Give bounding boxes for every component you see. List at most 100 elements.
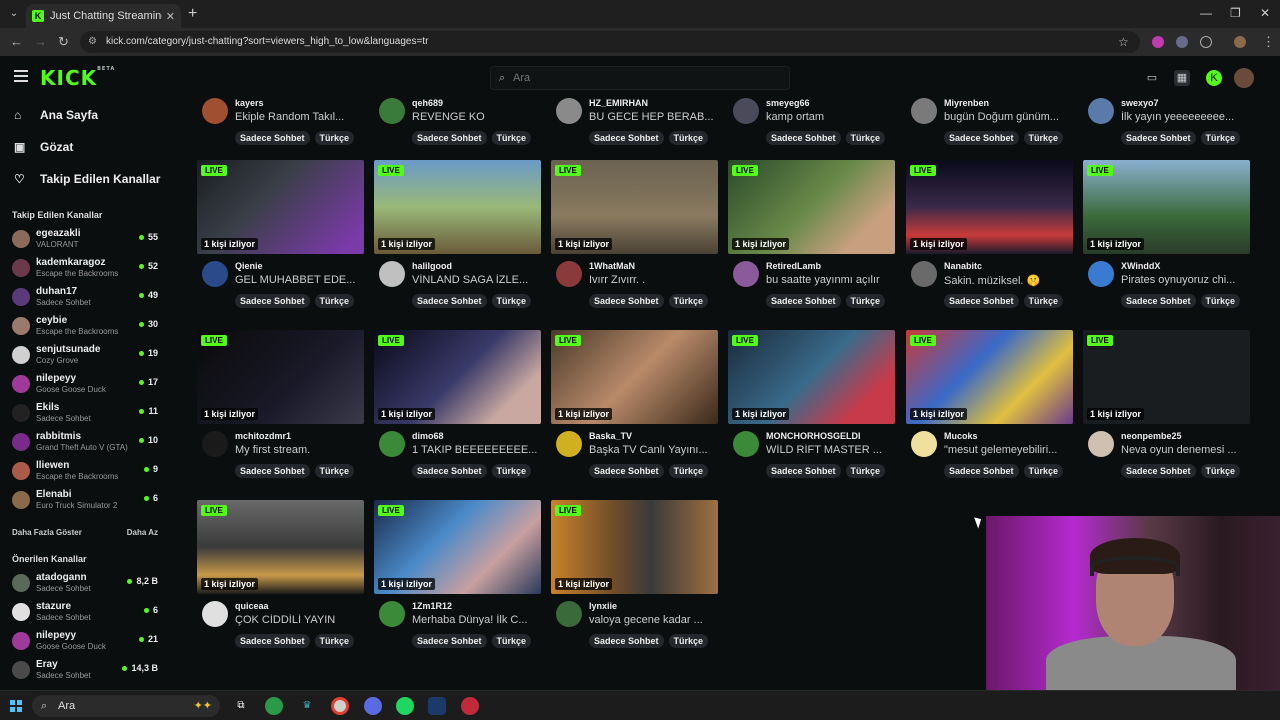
channel-name[interactable]: quiceaa [235, 601, 269, 611]
windows-start-icon[interactable] [10, 700, 22, 712]
discord-icon[interactable] [364, 697, 382, 715]
sidebar-channel[interactable]: atadogann Sadece Sohbet 8,2 B [12, 572, 162, 600]
stream-thumbnail[interactable]: LIVE 1 kişi izliyor [197, 500, 364, 594]
tag-chip[interactable]: Türkçe [314, 131, 355, 145]
tag-chip[interactable]: Türkçe [491, 294, 532, 308]
forward-icon[interactable]: → [34, 34, 47, 49]
channel-avatar[interactable] [733, 431, 759, 457]
sidebar-channel[interactable]: Ekils Sadece Sohbet 11 [12, 402, 162, 430]
kick-logo[interactable]: KICKBETA [40, 66, 115, 90]
tag-chip[interactable]: Türkçe [1200, 294, 1241, 308]
tag-chip[interactable]: Türkçe [491, 464, 532, 478]
tag-chip[interactable]: Türkçe [1200, 131, 1241, 145]
tag-chip[interactable]: Sadece Sohbet [412, 464, 487, 478]
kick-coin-icon[interactable]: K [1206, 70, 1222, 86]
theater-icon[interactable]: ▭ [1144, 70, 1160, 86]
app-icon[interactable]: ♛ [298, 697, 316, 715]
channel-name[interactable]: MONCHORHOSGELDI [766, 431, 861, 441]
tag-chip[interactable]: Sadece Sohbet [589, 131, 664, 145]
sidebar-channel[interactable]: nilepeyy Goose Goose Duck 21 [12, 630, 162, 658]
channel-name[interactable]: Mucoks [944, 431, 978, 441]
tag-chip[interactable]: Sadece Sohbet [766, 294, 841, 308]
tag-chip[interactable]: Türkçe [1023, 131, 1064, 145]
channel-avatar[interactable] [379, 601, 405, 627]
channel-name[interactable]: XWinddX [1121, 261, 1160, 271]
tag-chip[interactable]: Türkçe [668, 634, 709, 648]
restore-icon[interactable]: ❐ [1230, 6, 1241, 20]
channel-avatar[interactable] [379, 261, 405, 287]
chrome-icon[interactable] [331, 697, 349, 715]
stream-thumbnail[interactable]: LIVE 1 kişi izliyor [374, 330, 541, 424]
extension-icon[interactable] [1176, 36, 1188, 48]
close-tab-icon[interactable]: ✕ [166, 10, 175, 23]
channel-avatar[interactable] [1088, 431, 1114, 457]
tag-chip[interactable]: Sadece Sohbet [412, 131, 487, 145]
sidebar-channel[interactable]: stazure Sadece Sohbet 6 [12, 601, 162, 629]
channel-name[interactable]: mchitozdmr1 [235, 431, 291, 441]
tag-chip[interactable]: Sadece Sohbet [1121, 294, 1196, 308]
tag-chip[interactable]: Türkçe [845, 131, 886, 145]
channel-avatar[interactable] [911, 261, 937, 287]
channel-name[interactable]: lynxiie [589, 601, 617, 611]
show-less-link[interactable]: Daha Az [127, 528, 158, 537]
tag-chip[interactable]: Sadece Sohbet [235, 131, 310, 145]
tag-chip[interactable]: Türkçe [845, 294, 886, 308]
tag-chip[interactable]: Türkçe [1023, 294, 1064, 308]
stream-thumbnail[interactable]: LIVE 1 kişi izliyor [374, 500, 541, 594]
stream-thumbnail[interactable]: LIVE 1 kişi izliyor [551, 160, 718, 254]
stream-thumbnail[interactable]: LIVE 1 kişi izliyor [906, 160, 1073, 254]
tag-chip[interactable]: Sadece Sohbet [944, 464, 1019, 478]
stream-thumbnail[interactable]: LIVE 1 kişi izliyor [728, 160, 895, 254]
stream-card[interactable]: LIVE 1 kişi izliyor MONCHORHOSGELDI WİLD Rİ… [728, 330, 895, 490]
close-window-icon[interactable]: ✕ [1260, 6, 1270, 20]
tag-chip[interactable]: Sadece Sohbet [944, 294, 1019, 308]
tag-chip[interactable]: Türkçe [491, 634, 532, 648]
channel-avatar[interactable] [556, 431, 582, 457]
tag-chip[interactable]: Sadece Sohbet [766, 131, 841, 145]
stream-title[interactable]: My first stream. [235, 444, 363, 456]
tag-chip[interactable]: Türkçe [668, 464, 709, 478]
sidebar-channel[interactable]: senjutsunade Cozy Grove 19 [12, 344, 162, 372]
menu-kebab-icon[interactable]: ⋮ [1262, 34, 1275, 50]
channel-name[interactable]: Qienie [235, 261, 263, 271]
stream-title[interactable]: Merhaba Dünya! İlk C... [412, 614, 540, 626]
sidebar-nav-browse[interactable]: ▣ Gözat [14, 140, 73, 154]
stream-title[interactable]: Ivırr Zıvırr. . [589, 274, 717, 286]
stream-thumbnail[interactable]: LIVE 1 kişi izliyor [374, 160, 541, 254]
tag-chip[interactable]: Türkçe [668, 294, 709, 308]
sidebar-channel[interactable]: duhan17 Sadece Sohbet 49 [12, 286, 162, 314]
channel-avatar[interactable] [911, 431, 937, 457]
task-view-icon[interactable]: ⧉ [232, 697, 250, 715]
stream-title[interactable]: ÇOK CİDDİLİ YAYIN [235, 614, 363, 626]
tag-chip[interactable]: Türkçe [1200, 464, 1241, 478]
channel-name[interactable]: 1WhatMaN [589, 261, 635, 271]
stream-card[interactable]: LIVE 1 kişi izliyor 1Zm1R12 Merhaba Dünya! … [374, 500, 541, 660]
site-info-icon[interactable]: ⚙ [88, 31, 97, 53]
stream-card[interactable]: LIVE 1 kişi izliyor Qienie GEL MUHABBET EDE… [197, 160, 364, 320]
sidebar-channel[interactable]: ceybie Escape the Backrooms 30 [12, 315, 162, 343]
steam-icon[interactable] [428, 697, 446, 715]
app-icon[interactable] [265, 697, 283, 715]
sidebar-channel[interactable]: Eray Sadece Sohbet 14,3 B [12, 659, 162, 687]
stream-card[interactable]: LIVE 1 kişi izliyor mchitozdmr1 My first st… [197, 330, 364, 490]
stream-thumbnail[interactable]: LIVE 1 kişi izliyor [197, 160, 364, 254]
profile-avatar[interactable] [1234, 36, 1246, 48]
address-bar[interactable]: ⚙ kick.com/category/just-chatting?sort=v… [80, 31, 1140, 53]
channel-name[interactable]: 1Zm1R12 [412, 601, 452, 611]
new-tab-icon[interactable]: + [188, 5, 197, 23]
tag-chip[interactable]: Sadece Sohbet [589, 464, 664, 478]
stream-card[interactable]: LIVE 1 kişi izliyor halilgood VİNLAND SAGA … [374, 160, 541, 320]
browser-tab[interactable]: K Just Chatting Streaming - Live S ✕ [26, 4, 181, 28]
tag-chip[interactable]: Sadece Sohbet [412, 634, 487, 648]
stream-title[interactable]: Neva oyun denemesi ... [1121, 444, 1249, 456]
tag-chip[interactable]: Sadece Sohbet [1121, 464, 1196, 478]
channel-avatar[interactable] [379, 431, 405, 457]
stream-title[interactable]: GEL MUHABBET EDE... [235, 274, 363, 286]
stream-card[interactable]: LIVE 1 kişi izliyor 1WhatMaN Ivırr Zıvırr. … [551, 160, 718, 320]
tag-chip[interactable]: Türkçe [491, 131, 532, 145]
sidebar-channel[interactable]: lliewen Escape the Backrooms 9 [12, 460, 162, 488]
stream-card[interactable]: LIVE 1 kişi izliyor neonpembe25 Neva oyun d… [1083, 330, 1250, 490]
tag-chip[interactable]: Sadece Sohbet [235, 634, 310, 648]
stream-title[interactable]: valoya gecene kadar ... [589, 614, 717, 626]
stream-card[interactable]: LIVE 1 kişi izliyor quiceaa ÇOK CİDDİLİ YAY… [197, 500, 364, 660]
